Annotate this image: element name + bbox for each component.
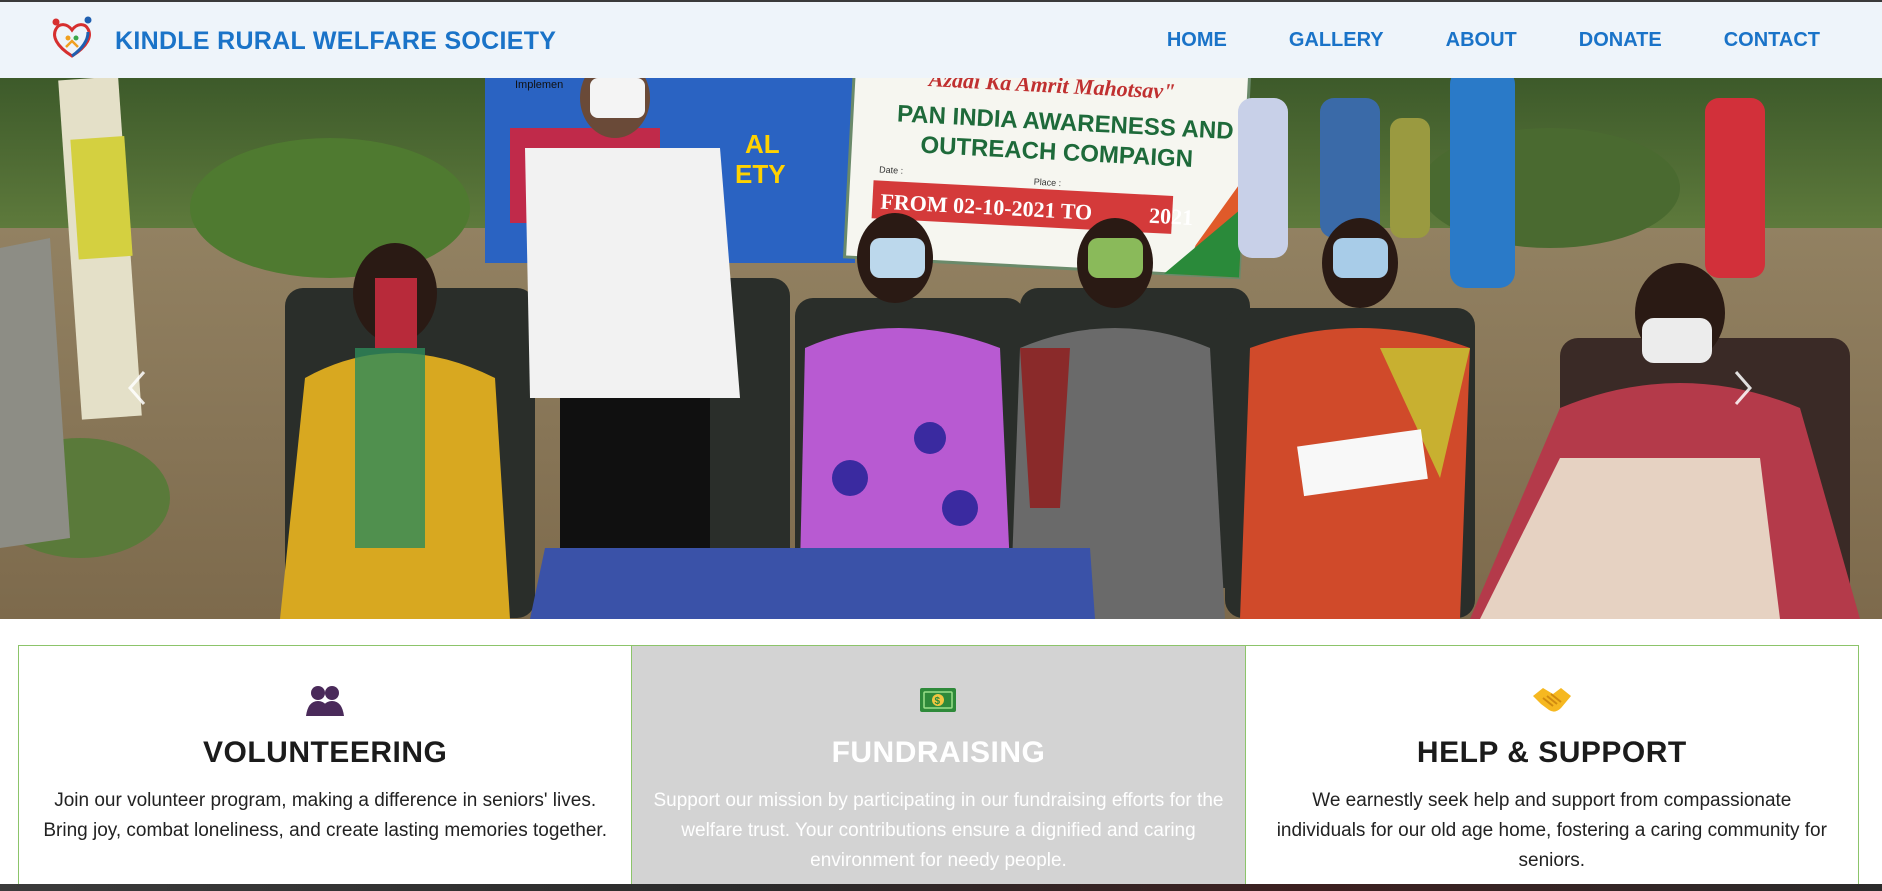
campaign-banner-place-label: Place :: [1033, 177, 1061, 188]
carousel-next-button[interactable]: [1728, 368, 1758, 408]
feature-cards: VOLUNTEERING Join our volunteer program,…: [18, 645, 1859, 884]
card-volunteering[interactable]: VOLUNTEERING Join our volunteer program,…: [18, 645, 633, 884]
people-icon: [39, 684, 611, 720]
card-title: VOLUNTEERING: [202, 736, 448, 769]
card-help-support[interactable]: HELP & SUPPORT We earnestly seek help an…: [1245, 645, 1859, 884]
navbar: KINDLE RURAL WELFARE SOCIETY HOME GALLER…: [0, 2, 1882, 78]
card-description: Support our mission by participating in …: [653, 790, 1224, 871]
card-description: We earnestly seek help and support from …: [1276, 790, 1827, 871]
svg-text:$: $: [935, 696, 941, 707]
page: KINDLE RURAL WELFARE SOCIETY HOME GALLER…: [0, 0, 1882, 884]
nav-donate[interactable]: DONATE: [1579, 29, 1662, 52]
handshake-icon: [1266, 684, 1838, 720]
campaign-banner-date-label: Date :: [879, 165, 904, 176]
nav-home[interactable]: HOME: [1167, 29, 1227, 52]
money-icon: $: [652, 684, 1224, 720]
carousel-prev-button[interactable]: [122, 368, 152, 408]
nav-contact[interactable]: CONTACT: [1724, 29, 1820, 52]
hero-carousel: Implemen AL ETY Azadi Ka Amrit Mahotsav"…: [0, 78, 1882, 619]
left-banner-line1: AL: [745, 129, 780, 159]
left-banner-line2: ETY: [735, 159, 786, 189]
card-description: Join our volunteer program, making a dif…: [43, 790, 607, 841]
hero-photo: Implemen AL ETY Azadi Ka Amrit Mahotsav"…: [0, 78, 1882, 619]
campaign-banner-line4b: 2021: [1148, 203, 1193, 230]
card-title: HELP & SUPPORT: [1416, 736, 1687, 769]
brand-name[interactable]: KINDLE RURAL WELFARE SOCIETY: [115, 27, 556, 56]
heart-family-logo-icon[interactable]: [48, 14, 96, 62]
nav-gallery[interactable]: GALLERY: [1289, 29, 1384, 52]
left-banner-top-text: Implemen: [515, 79, 563, 91]
nav-menu: HOME GALLERY ABOUT DONATE CONTACT: [1105, 29, 1820, 52]
nav-about[interactable]: ABOUT: [1446, 29, 1517, 52]
window-bottom-edge: [0, 884, 1882, 891]
card-fundraising[interactable]: $ FUNDRAISING Support our mission by par…: [632, 645, 1246, 884]
card-title: FUNDRAISING: [831, 736, 1046, 769]
